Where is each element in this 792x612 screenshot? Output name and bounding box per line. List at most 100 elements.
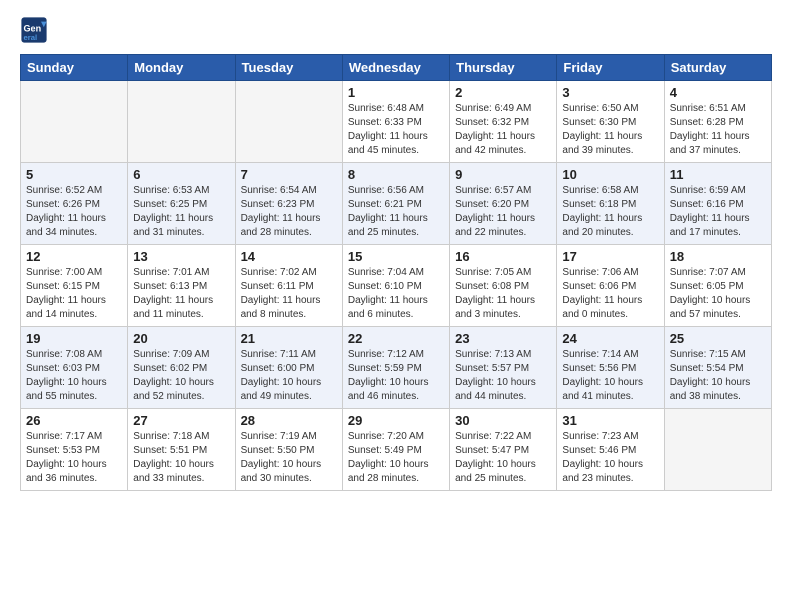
day-info: Sunrise: 7:19 AM Sunset: 5:50 PM Dayligh… [241, 430, 337, 486]
calendar-cell [128, 81, 235, 163]
weekday-header-row: SundayMondayTuesdayWednesdayThursdayFrid… [21, 55, 772, 81]
calendar-cell: 5Sunrise: 6:52 AM Sunset: 6:26 PM Daylig… [21, 163, 128, 245]
day-number: 2 [455, 85, 551, 100]
day-info: Sunrise: 7:08 AM Sunset: 6:03 PM Dayligh… [26, 348, 122, 404]
calendar-cell: 17Sunrise: 7:06 AM Sunset: 6:06 PM Dayli… [557, 245, 664, 327]
svg-text:eral: eral [24, 33, 38, 42]
day-number: 15 [348, 249, 444, 264]
day-number: 11 [670, 167, 766, 182]
day-info: Sunrise: 7:22 AM Sunset: 5:47 PM Dayligh… [455, 430, 551, 486]
calendar-table: SundayMondayTuesdayWednesdayThursdayFrid… [20, 54, 772, 491]
calendar-cell: 20 Sunrise: 7:09 AM Sunset: 6:02 PM Dayli… [128, 327, 235, 409]
calendar-cell: 14 Sunrise: 7:02 AM Sunset: 6:11 PM Dayli… [235, 245, 342, 327]
day-info: Sunrise: 7:20 AM Sunset: 5:49 PM Dayligh… [348, 430, 444, 486]
calendar-cell: 7Sunrise: 6:54 AM Sunset: 6:23 PM Daylig… [235, 163, 342, 245]
calendar-cell: 31 Sunrise: 7:23 AM Sunset: 5:46 PM Dayli… [557, 409, 664, 491]
calendar-cell: 28 Sunrise: 7:19 AM Sunset: 5:50 PM Dayli… [235, 409, 342, 491]
day-number: 10 [562, 167, 658, 182]
week-row-5: 26 Sunrise: 7:17 AM Sunset: 5:53 PM Dayli… [21, 409, 772, 491]
day-number: 18 [670, 249, 766, 264]
day-info: Sunrise: 7:06 AM Sunset: 6:06 PM Dayligh… [562, 266, 658, 322]
calendar-cell: 10 Sunrise: 6:58 AM Sunset: 6:18 PM Dayli… [557, 163, 664, 245]
day-number: 1 [348, 85, 444, 100]
day-number: 26 [26, 413, 122, 428]
day-info: Sunrise: 7:17 AM Sunset: 5:53 PM Dayligh… [26, 430, 122, 486]
day-info: Sunrise: 7:13 AM Sunset: 5:57 PM Dayligh… [455, 348, 551, 404]
calendar-cell: 18 Sunrise: 7:07 AM Sunset: 6:05 PM Dayli… [664, 245, 771, 327]
day-number: 16 [455, 249, 551, 264]
calendar-cell [21, 81, 128, 163]
day-info: Sunrise: 7:14 AM Sunset: 5:56 PM Dayligh… [562, 348, 658, 404]
calendar-cell: 12 Sunrise: 7:00 AM Sunset: 6:15 PM Dayli… [21, 245, 128, 327]
day-info: Sunrise: 7:04 AM Sunset: 6:10 PM Dayligh… [348, 266, 444, 322]
day-number: 24 [562, 331, 658, 346]
day-info: Sunrise: 7:23 AM Sunset: 5:46 PM Dayligh… [562, 430, 658, 486]
logo: Gen eral [20, 16, 52, 44]
calendar-cell: 8 Sunrise: 6:56 AM Sunset: 6:21 PM Daylig… [342, 163, 449, 245]
weekday-header-tuesday: Tuesday [235, 55, 342, 81]
week-row-3: 12 Sunrise: 7:00 AM Sunset: 6:15 PM Dayli… [21, 245, 772, 327]
calendar-cell: 2Sunrise: 6:49 AM Sunset: 6:32 PM Daylig… [450, 81, 557, 163]
calendar-cell: 29Sunrise: 7:20 AM Sunset: 5:49 PM Dayli… [342, 409, 449, 491]
day-number: 31 [562, 413, 658, 428]
day-number: 22 [348, 331, 444, 346]
day-number: 12 [26, 249, 122, 264]
calendar-cell: 30 Sunrise: 7:22 AM Sunset: 5:47 PM Dayli… [450, 409, 557, 491]
page: Gen eral SundayMondayTuesdayWednesdayThu… [0, 0, 792, 612]
calendar-cell: 25 Sunrise: 7:15 AM Sunset: 5:54 PM Dayli… [664, 327, 771, 409]
weekday-header-sunday: Sunday [21, 55, 128, 81]
day-number: 28 [241, 413, 337, 428]
day-info: Sunrise: 7:02 AM Sunset: 6:11 PM Dayligh… [241, 266, 337, 322]
week-row-1: 1 Sunrise: 6:48 AM Sunset: 6:33 PM Daylig… [21, 81, 772, 163]
day-info: Sunrise: 6:52 AM Sunset: 6:26 PM Dayligh… [26, 184, 122, 240]
weekday-header-saturday: Saturday [664, 55, 771, 81]
day-info: Sunrise: 6:54 AM Sunset: 6:23 PM Dayligh… [241, 184, 337, 240]
header: Gen eral [20, 16, 772, 44]
calendar-cell: 1 Sunrise: 6:48 AM Sunset: 6:33 PM Daylig… [342, 81, 449, 163]
day-info: Sunrise: 6:56 AM Sunset: 6:21 PM Dayligh… [348, 184, 444, 240]
calendar-cell [664, 409, 771, 491]
day-info: Sunrise: 7:15 AM Sunset: 5:54 PM Dayligh… [670, 348, 766, 404]
day-info: Sunrise: 7:01 AM Sunset: 6:13 PM Dayligh… [133, 266, 229, 322]
day-number: 27 [133, 413, 229, 428]
day-number: 14 [241, 249, 337, 264]
day-info: Sunrise: 6:48 AM Sunset: 6:33 PM Dayligh… [348, 102, 444, 158]
week-row-4: 19Sunrise: 7:08 AM Sunset: 6:03 PM Dayli… [21, 327, 772, 409]
day-number: 4 [670, 85, 766, 100]
day-info: Sunrise: 6:59 AM Sunset: 6:16 PM Dayligh… [670, 184, 766, 240]
day-number: 8 [348, 167, 444, 182]
calendar-cell: 9Sunrise: 6:57 AM Sunset: 6:20 PM Daylig… [450, 163, 557, 245]
calendar-cell: 23Sunrise: 7:13 AM Sunset: 5:57 PM Dayli… [450, 327, 557, 409]
calendar-cell: 4 Sunrise: 6:51 AM Sunset: 6:28 PM Daylig… [664, 81, 771, 163]
day-info: Sunrise: 6:58 AM Sunset: 6:18 PM Dayligh… [562, 184, 658, 240]
calendar-cell: 6 Sunrise: 6:53 AM Sunset: 6:25 PM Daylig… [128, 163, 235, 245]
week-row-2: 5Sunrise: 6:52 AM Sunset: 6:26 PM Daylig… [21, 163, 772, 245]
day-info: Sunrise: 6:53 AM Sunset: 6:25 PM Dayligh… [133, 184, 229, 240]
day-info: Sunrise: 7:07 AM Sunset: 6:05 PM Dayligh… [670, 266, 766, 322]
day-info: Sunrise: 6:51 AM Sunset: 6:28 PM Dayligh… [670, 102, 766, 158]
day-info: Sunrise: 7:00 AM Sunset: 6:15 PM Dayligh… [26, 266, 122, 322]
day-number: 30 [455, 413, 551, 428]
calendar-cell: 22 Sunrise: 7:12 AM Sunset: 5:59 PM Dayli… [342, 327, 449, 409]
calendar-cell: 13Sunrise: 7:01 AM Sunset: 6:13 PM Dayli… [128, 245, 235, 327]
day-number: 21 [241, 331, 337, 346]
day-info: Sunrise: 7:09 AM Sunset: 6:02 PM Dayligh… [133, 348, 229, 404]
calendar-cell: 16Sunrise: 7:05 AM Sunset: 6:08 PM Dayli… [450, 245, 557, 327]
weekday-header-thursday: Thursday [450, 55, 557, 81]
weekday-header-wednesday: Wednesday [342, 55, 449, 81]
day-info: Sunrise: 7:18 AM Sunset: 5:51 PM Dayligh… [133, 430, 229, 486]
day-number: 9 [455, 167, 551, 182]
svg-text:Gen: Gen [24, 23, 42, 33]
calendar-cell: 19Sunrise: 7:08 AM Sunset: 6:03 PM Dayli… [21, 327, 128, 409]
weekday-header-monday: Monday [128, 55, 235, 81]
calendar-cell [235, 81, 342, 163]
calendar-cell: 15 Sunrise: 7:04 AM Sunset: 6:10 PM Dayli… [342, 245, 449, 327]
day-number: 25 [670, 331, 766, 346]
calendar-cell: 24 Sunrise: 7:14 AM Sunset: 5:56 PM Dayli… [557, 327, 664, 409]
day-number: 6 [133, 167, 229, 182]
day-info: Sunrise: 7:12 AM Sunset: 5:59 PM Dayligh… [348, 348, 444, 404]
logo-icon: Gen eral [20, 16, 48, 44]
calendar-cell: 26 Sunrise: 7:17 AM Sunset: 5:53 PM Dayli… [21, 409, 128, 491]
calendar-cell: 3Sunrise: 6:50 AM Sunset: 6:30 PM Daylig… [557, 81, 664, 163]
day-number: 20 [133, 331, 229, 346]
